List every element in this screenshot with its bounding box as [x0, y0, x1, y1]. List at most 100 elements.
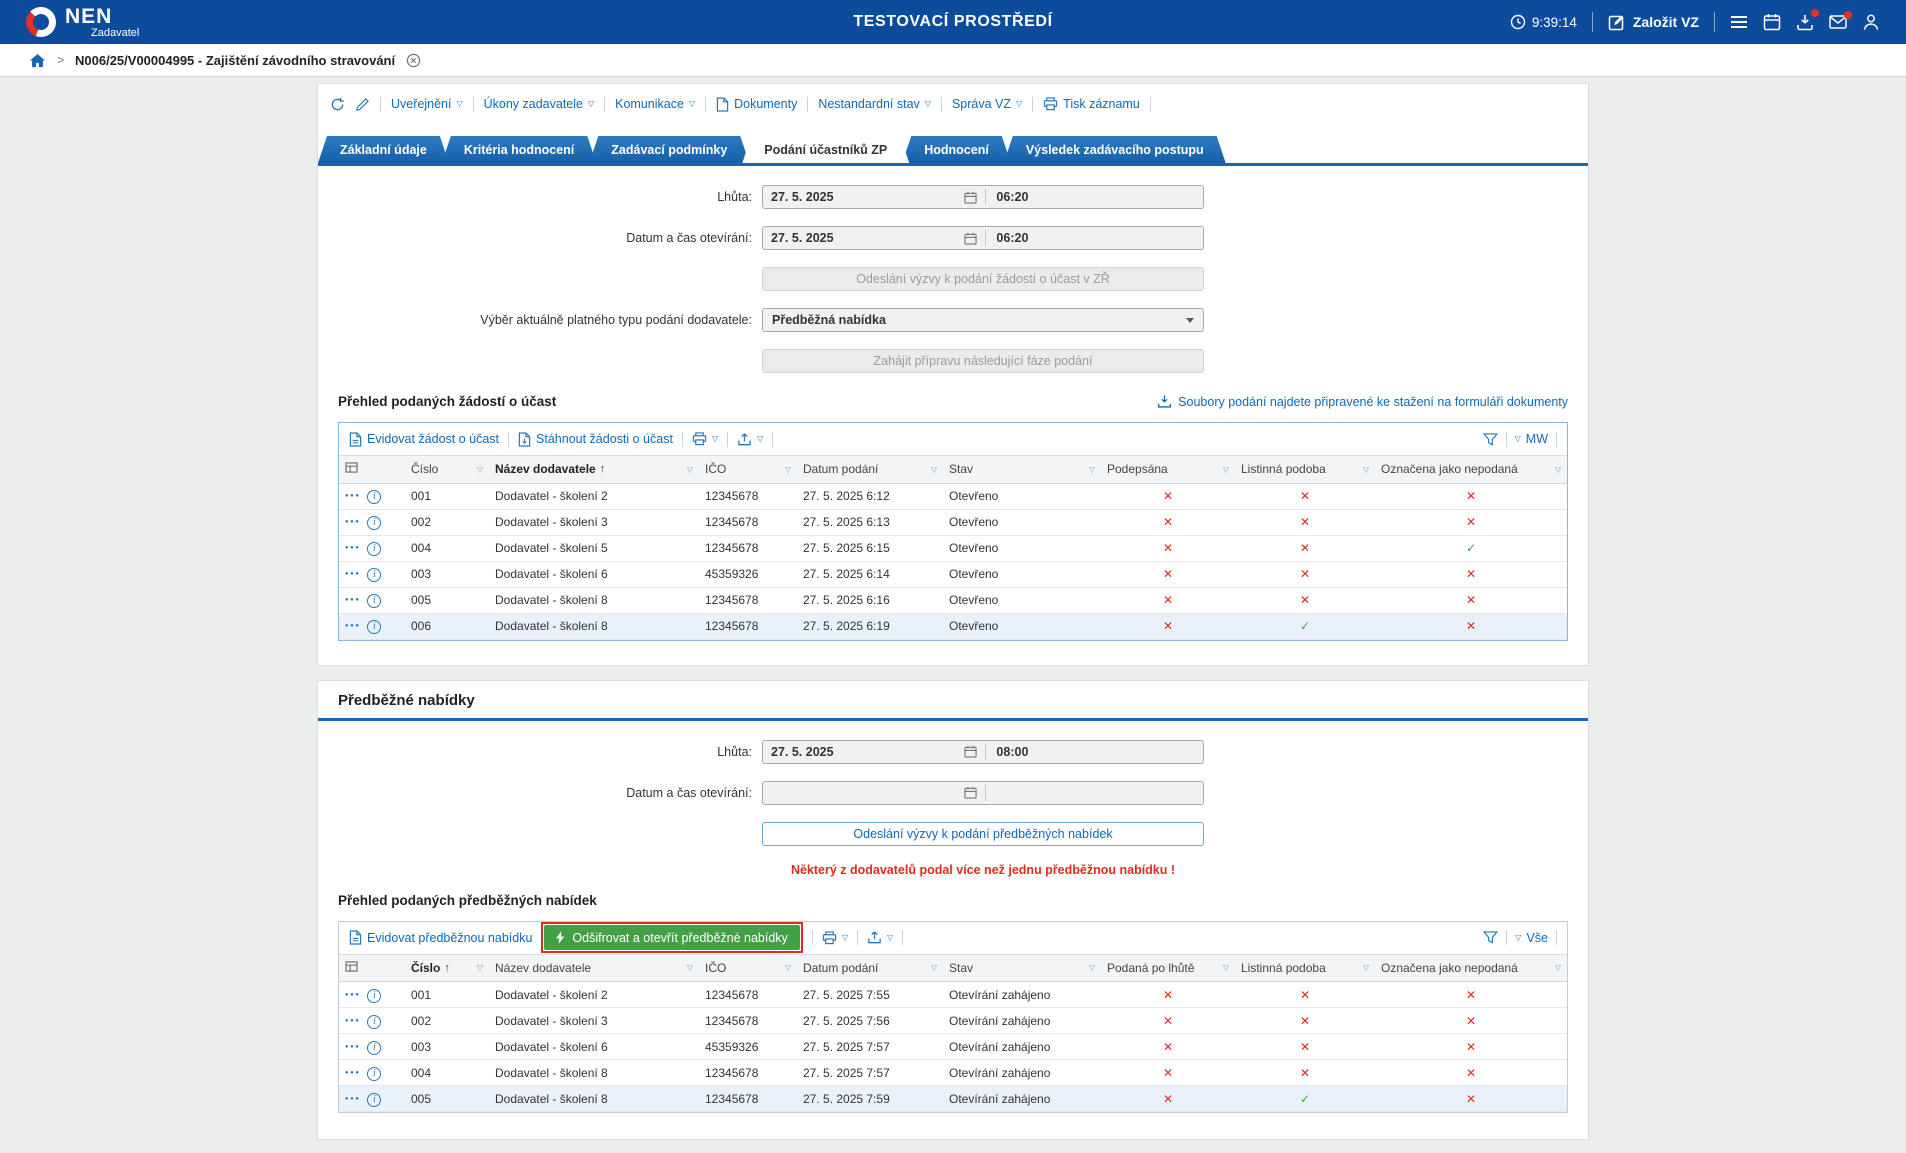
row-menu-icon[interactable]: ●●●: [345, 1070, 360, 1076]
edit-record-button[interactable]: [355, 97, 370, 112]
filter-button[interactable]: [1483, 931, 1498, 944]
menu-button[interactable]: [1730, 15, 1748, 29]
evidovat-nabidku-button[interactable]: Evidovat předběžnou nabídku: [349, 930, 532, 945]
profile-button[interactable]: [1862, 13, 1880, 31]
zahajit-pripravu-faze-button[interactable]: Zahájit přípravu následující fáze podání: [762, 349, 1204, 373]
odeslani-vyzvy-zadosti-button[interactable]: Odeslání výzvy k podání žádostí o účast …: [762, 267, 1204, 291]
row-menu-icon[interactable]: ●●●: [345, 493, 360, 499]
row-info-icon[interactable]: i: [367, 516, 381, 530]
column-header[interactable]: Stav▽: [943, 456, 1101, 483]
messages-button[interactable]: [1829, 15, 1847, 29]
home-button[interactable]: [29, 53, 46, 68]
column-header[interactable]: Datum podání▽: [797, 955, 943, 982]
row-menu-icon[interactable]: ●●●: [345, 1018, 360, 1024]
menu-nestandardni-stav[interactable]: Nestandardní stav▽: [818, 97, 931, 111]
soubory-podani-link[interactable]: Soubory podání najdete připravené ke sta…: [1157, 394, 1568, 409]
tab-podani-ucastniku-zp[interactable]: Podání účastníků ZP: [742, 136, 909, 163]
lhuta-nabidky-time-value[interactable]: 08:00: [986, 745, 1203, 759]
row-menu-icon[interactable]: ●●●: [345, 597, 360, 603]
close-record-button[interactable]: [406, 53, 421, 68]
column-filter-icon[interactable]: ▽: [785, 465, 791, 474]
column-filter-icon[interactable]: ▽: [477, 963, 483, 972]
column-settings-header[interactable]: [339, 456, 405, 483]
row-menu-icon[interactable]: ●●●: [345, 519, 360, 525]
tab-zakladni-udaje[interactable]: Základní údaje: [318, 136, 449, 163]
column-header[interactable]: Podepsána▽: [1101, 456, 1235, 483]
otevirani-nabidky-datetime-field[interactable]: [762, 781, 1204, 805]
menu-tisk-zaznamu[interactable]: Tisk záznamu: [1043, 97, 1140, 111]
create-vz-button[interactable]: Založit VZ: [1608, 13, 1699, 31]
export-table-button[interactable]: ▽: [867, 930, 893, 945]
column-header[interactable]: Označena jako nepodaná▽: [1375, 456, 1567, 483]
column-filter-icon[interactable]: ▽: [687, 465, 693, 474]
column-filter-icon[interactable]: ▽: [785, 963, 791, 972]
table-row[interactable]: ●●●i001Dodavatel - školení 21234567827. …: [339, 982, 1567, 1008]
column-filter-icon[interactable]: ▽: [1363, 465, 1369, 474]
tab-vysledek-zadavaciho-postupu[interactable]: Výsledek zadávacího postupu: [1004, 136, 1226, 163]
column-filter-icon[interactable]: ▽: [931, 465, 937, 474]
column-settings-header[interactable]: [339, 955, 405, 982]
tab-kriteria-hodnoceni[interactable]: Kritéria hodnocení: [442, 136, 596, 163]
row-info-icon[interactable]: i: [367, 542, 381, 556]
evidovat-zadost-button[interactable]: Evidovat žádost o účast: [349, 432, 499, 447]
print-table-button[interactable]: ▽: [692, 432, 718, 446]
column-header[interactable]: Podaná po lhůtě▽: [1101, 955, 1235, 982]
menu-dokumenty[interactable]: Dokumenty: [716, 97, 797, 112]
column-header[interactable]: Listinná podoba▽: [1235, 456, 1375, 483]
row-info-icon[interactable]: i: [367, 1093, 381, 1107]
filter-button[interactable]: [1483, 433, 1498, 446]
row-menu-icon[interactable]: ●●●: [345, 1096, 360, 1102]
column-header[interactable]: Stav▽: [943, 955, 1101, 982]
tab-zadavaci-podminky[interactable]: Zadávací podmínky: [589, 136, 749, 163]
table-row[interactable]: ●●●i003Dodavatel - školení 64535932627. …: [339, 561, 1567, 587]
breadcrumb-record[interactable]: N006/25/V00004995 - Zajištění závodního …: [75, 53, 395, 68]
column-header[interactable]: Číslo▽: [405, 456, 489, 483]
column-filter-icon[interactable]: ▽: [1555, 963, 1561, 972]
odeslani-vyzvy-nabidky-button[interactable]: Odeslání výzvy k podání předběžných nabí…: [762, 822, 1204, 846]
column-filter-icon[interactable]: ▽: [1089, 465, 1095, 474]
row-info-icon[interactable]: i: [367, 490, 381, 504]
table-row[interactable]: ●●●i003Dodavatel - školení 64535932627. …: [339, 1034, 1567, 1060]
table-row[interactable]: ●●●i001Dodavatel - školení 21234567827. …: [339, 483, 1567, 509]
column-header[interactable]: Číslo↑▽: [405, 955, 489, 982]
view-selector[interactable]: ▽ MW: [1515, 432, 1548, 446]
row-menu-icon[interactable]: ●●●: [345, 571, 360, 577]
menu-sprava-vz[interactable]: Správa VZ▽: [952, 97, 1022, 111]
calendar-icon[interactable]: [964, 191, 977, 204]
table-row[interactable]: ●●●i005Dodavatel - školení 81234567827. …: [339, 1086, 1567, 1112]
column-filter-icon[interactable]: ▽: [931, 963, 937, 972]
column-filter-icon[interactable]: ▽: [1363, 963, 1369, 972]
column-header[interactable]: IČO▽: [699, 456, 797, 483]
column-header[interactable]: Listinná podoba▽: [1235, 955, 1375, 982]
downloads-button[interactable]: [1796, 13, 1814, 31]
lhuta-nabidky-datetime-field[interactable]: 27. 5. 2025 08:00: [762, 740, 1204, 764]
row-info-icon[interactable]: i: [367, 620, 381, 634]
export-table-button[interactable]: ▽: [737, 432, 763, 447]
otevirani-time-value[interactable]: 06:20: [986, 231, 1203, 245]
menu-uverejneni[interactable]: Uveřejnění▽: [391, 97, 463, 111]
row-menu-icon[interactable]: ●●●: [345, 1044, 360, 1050]
table-row[interactable]: ●●●i002Dodavatel - školení 31234567827. …: [339, 509, 1567, 535]
row-menu-icon[interactable]: ●●●: [345, 623, 360, 629]
column-header[interactable]: Název dodavatele↑▽: [489, 456, 699, 483]
table-row[interactable]: ●●●i006Dodavatel - školení 81234567827. …: [339, 613, 1567, 639]
typ-podani-select[interactable]: Předběžná nabídka: [762, 308, 1204, 332]
table-row[interactable]: ●●●i002Dodavatel - školení 31234567827. …: [339, 1008, 1567, 1034]
column-filter-icon[interactable]: ▽: [1223, 963, 1229, 972]
row-info-icon[interactable]: i: [367, 594, 381, 608]
column-header[interactable]: Datum podání▽: [797, 456, 943, 483]
column-filter-icon[interactable]: ▽: [1555, 465, 1561, 474]
history-button[interactable]: [330, 97, 345, 112]
menu-komunikace[interactable]: Komunikace▽: [615, 97, 695, 111]
column-filter-icon[interactable]: ▽: [687, 963, 693, 972]
calendar-icon[interactable]: [964, 786, 977, 799]
menu-ukony-zadavatele[interactable]: Úkony zadavatele▽: [484, 97, 595, 111]
row-info-icon[interactable]: i: [367, 989, 381, 1003]
tab-hodnoceni[interactable]: Hodnocení: [902, 136, 1011, 163]
lhuta-datetime-field[interactable]: 27. 5. 2025 06:20: [762, 185, 1204, 209]
row-info-icon[interactable]: i: [367, 1067, 381, 1081]
column-filter-icon[interactable]: ▽: [1223, 465, 1229, 474]
table-row[interactable]: ●●●i005Dodavatel - školení 81234567827. …: [339, 587, 1567, 613]
row-info-icon[interactable]: i: [367, 1041, 381, 1055]
row-menu-icon[interactable]: ●●●: [345, 545, 360, 551]
